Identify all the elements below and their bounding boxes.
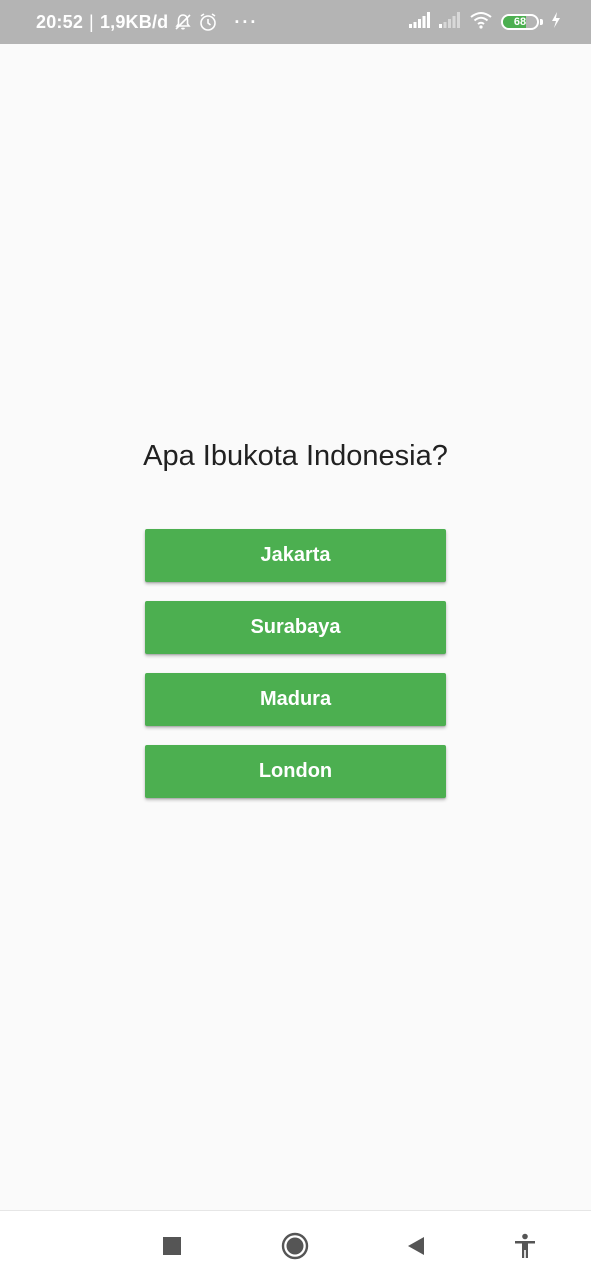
status-bar: 20:52 | 1,9KB/d ··· 68 bbox=[0, 0, 591, 44]
status-right: 68 bbox=[409, 0, 561, 44]
question-text: Apa Ibukota Indonesia? bbox=[143, 440, 448, 472]
bell-off-icon bbox=[174, 13, 192, 31]
charging-icon bbox=[551, 11, 561, 33]
home-icon[interactable] bbox=[270, 1211, 320, 1280]
wifi-icon bbox=[469, 11, 493, 34]
battery-icon: 68 bbox=[501, 14, 543, 30]
status-left: 20:52 | 1,9KB/d ··· bbox=[36, 0, 258, 44]
back-icon[interactable] bbox=[391, 1211, 441, 1280]
battery-level: 68 bbox=[513, 16, 527, 28]
network-speed: 1,9KB/d bbox=[99, 11, 169, 32]
recents-icon[interactable] bbox=[147, 1211, 197, 1280]
navigation-bar bbox=[0, 1210, 591, 1280]
answer-button-london[interactable]: London bbox=[145, 745, 446, 798]
signal-icon bbox=[409, 11, 431, 33]
answer-list: Jakarta Surabaya Madura London bbox=[145, 529, 446, 817]
accessibility-icon[interactable] bbox=[500, 1211, 550, 1280]
battery: 68 bbox=[501, 14, 539, 30]
more-notifications: ··· bbox=[234, 11, 259, 32]
battery-cap bbox=[540, 19, 543, 25]
answer-button-madura[interactable]: Madura bbox=[145, 673, 446, 726]
status-time: 20:52 bbox=[36, 11, 84, 32]
signal-icon bbox=[439, 11, 461, 33]
alarm-icon bbox=[198, 12, 218, 32]
status-separator: | bbox=[89, 11, 94, 32]
answer-button-surabaya[interactable]: Surabaya bbox=[145, 601, 446, 654]
answer-button-jakarta[interactable]: Jakarta bbox=[145, 529, 446, 582]
